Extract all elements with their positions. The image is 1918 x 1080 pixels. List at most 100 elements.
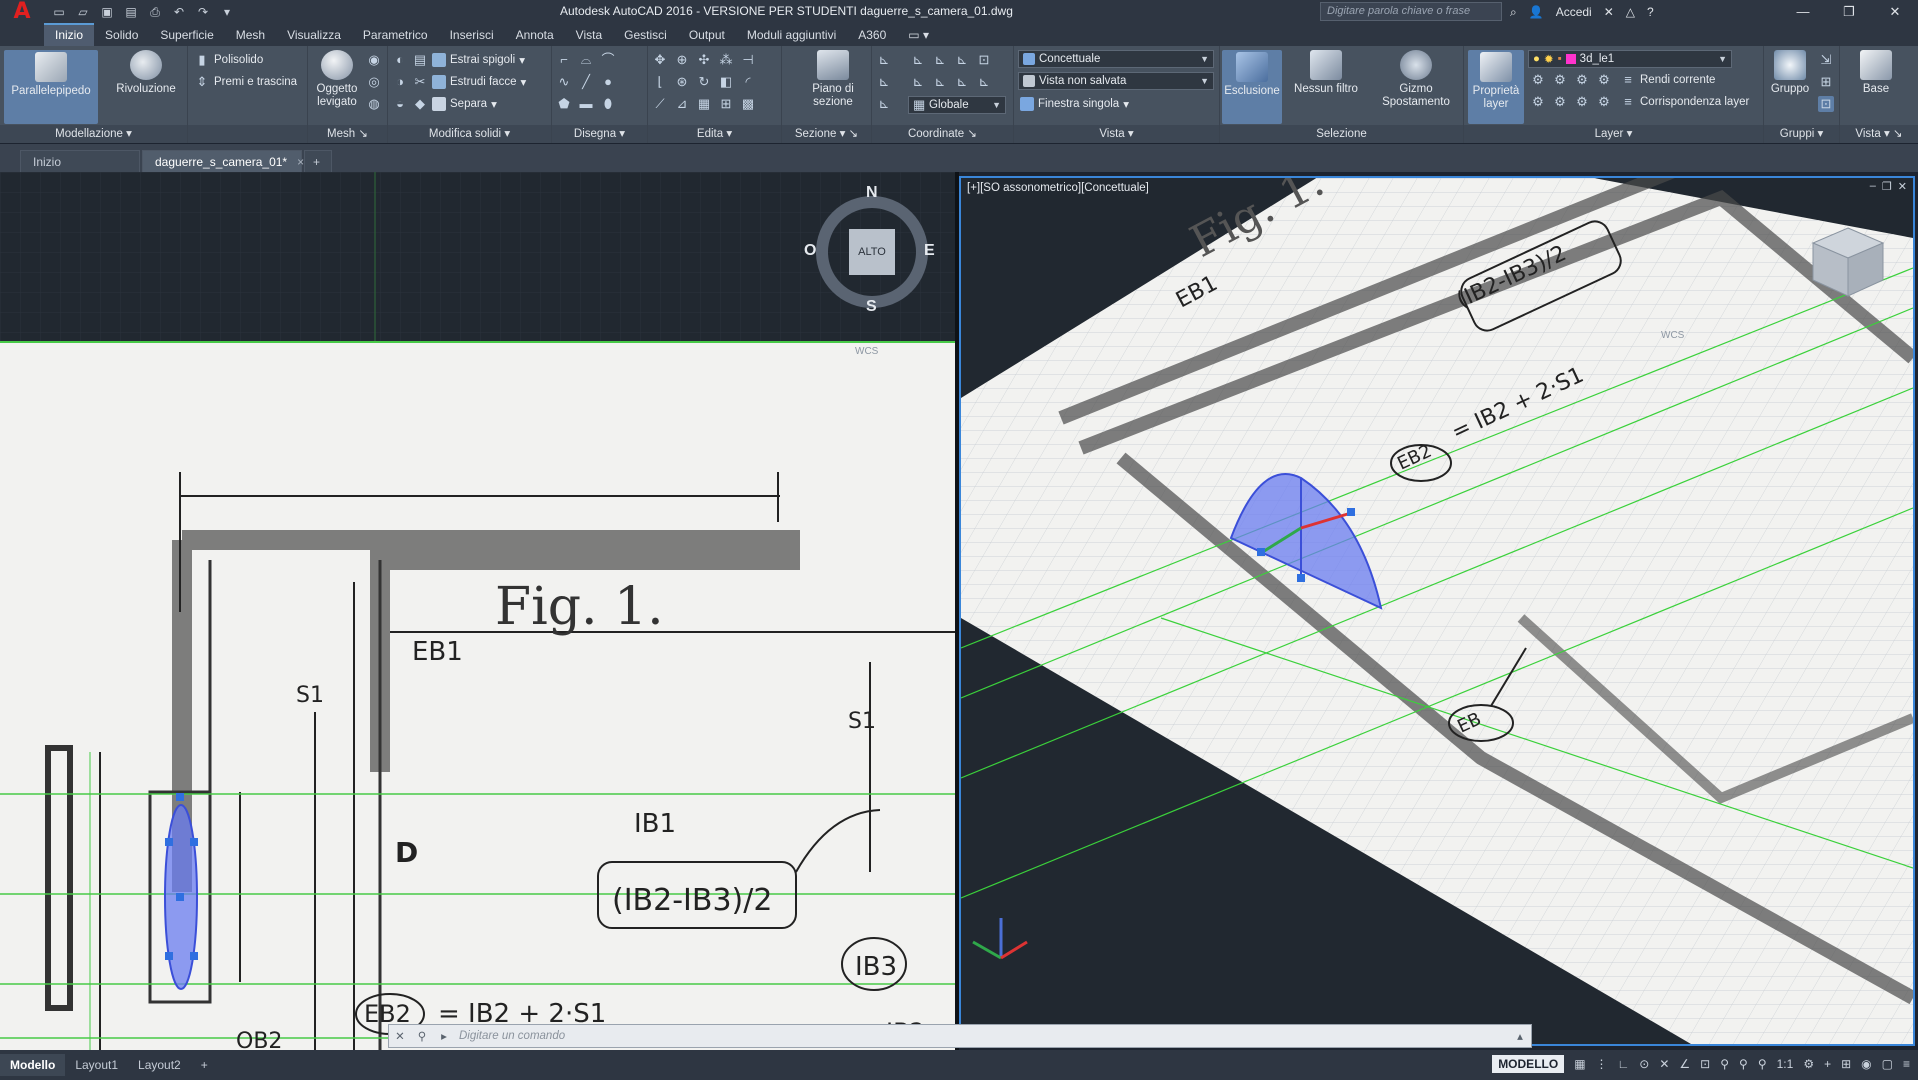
layer-combo[interactable]: ● ✹ ▪ 3d_le1 ▼ — [1528, 50, 1732, 68]
compass-north[interactable]: N — [866, 184, 878, 202]
3d-rotate-icon[interactable]: ⊛ — [674, 74, 690, 90]
group-select-icon[interactable]: ⊡ — [1818, 96, 1834, 112]
annotation-auto-icon[interactable]: ⚲ — [1739, 1057, 1748, 1071]
panel-title-vista-base[interactable]: Vista ▾ ↘ — [1840, 125, 1918, 143]
command-close-icon[interactable]: ✕ — [389, 1029, 411, 1043]
exchange-icon[interactable]: ✕ — [1604, 5, 1614, 19]
interfere-icon[interactable]: ▤ — [412, 52, 428, 68]
array-icon[interactable]: ⊞ — [718, 96, 734, 112]
model-space-toggle[interactable]: MODELLO — [1492, 1055, 1565, 1073]
restore-icon[interactable]: ❐ — [1826, 0, 1872, 24]
tab-superficie[interactable]: Superficie — [149, 25, 224, 46]
named-view-combo[interactable]: Vista non salvata ▼ — [1018, 72, 1214, 90]
mirror-icon[interactable]: ⊣ — [740, 52, 756, 68]
base-view-button[interactable]: Base — [1848, 50, 1904, 96]
panel-title-sezione[interactable]: Sezione ▾ ↘ — [782, 125, 871, 143]
ucs-object-icon[interactable]: ⊾ — [876, 96, 892, 112]
compass-south[interactable]: S — [866, 298, 877, 316]
ucs-combo[interactable]: ▦ Globale ▼ — [908, 96, 1006, 114]
save-as-icon[interactable]: ▤ — [122, 4, 140, 20]
annotation-scale-value[interactable]: 1:1 — [1777, 1057, 1794, 1071]
panel-title-edita[interactable]: Edita ▾ — [648, 125, 781, 143]
line-icon[interactable]: ╱ — [578, 74, 594, 90]
tab-gestisci[interactable]: Gestisci — [613, 25, 678, 46]
navigation-compass[interactable]: ALTO N S E O — [804, 184, 935, 316]
arc-icon[interactable]: ⌒ — [600, 52, 616, 68]
separate-button[interactable]: Separa ▾ — [432, 94, 497, 114]
binoculars-icon[interactable]: ⌕ — [1510, 5, 1517, 20]
search-input[interactable]: Digitare parola chiave o frase — [1320, 2, 1502, 21]
sign-in-button[interactable]: Accedi — [1556, 5, 1592, 19]
tab-inserisci[interactable]: Inserisci — [439, 25, 505, 46]
command-input[interactable]: Digitare un comando — [455, 1030, 565, 1042]
rectangle-icon[interactable]: ▬ — [578, 96, 594, 112]
group-button[interactable]: Gruppo — [1766, 50, 1814, 96]
slice-icon[interactable]: ✂ — [412, 74, 428, 90]
add-icon[interactable]: + — [1824, 1057, 1831, 1071]
isolate-icon[interactable]: ◉ — [1861, 1057, 1871, 1071]
group-edit-icon[interactable]: ⊞ — [1818, 74, 1834, 90]
panel-title-layer[interactable]: Layer ▾ — [1464, 125, 1763, 143]
osnap-icon[interactable]: ✕ — [1659, 1057, 1669, 1071]
command-history-icon[interactable]: ▸ — [433, 1029, 455, 1043]
ucs-3point-icon[interactable]: ⊾ — [954, 52, 970, 68]
smooth-object-button[interactable]: Oggetto levigato — [310, 50, 364, 109]
snap-icon[interactable]: ⋮ — [1596, 1057, 1608, 1071]
union-icon[interactable]: ◐ — [392, 52, 408, 68]
subtract-icon[interactable]: ◑ — [392, 74, 408, 90]
grid-icon[interactable]: ▦ — [1574, 1057, 1585, 1071]
annotation-scale-icon[interactable]: ⚲ — [1758, 1057, 1767, 1071]
gizmo-move-icon[interactable]: ✥ — [652, 52, 668, 68]
help-icon[interactable]: ? — [1647, 5, 1654, 19]
customize-qat-icon[interactable]: ▾ — [218, 4, 236, 20]
tab-mesh[interactable]: Mesh — [225, 25, 276, 46]
command-line[interactable]: ✕ ⚲ ▸ Digitare un comando ▴ — [388, 1024, 1532, 1048]
move-icon[interactable]: ✣ — [696, 52, 712, 68]
polysolid-button[interactable]: ▮ Polisolido — [194, 50, 263, 70]
save-icon[interactable]: ▣ — [98, 4, 116, 20]
vp-minimize-icon[interactable]: – — [1870, 180, 1876, 193]
layout-tab-1[interactable]: Layout1 — [65, 1054, 128, 1076]
tab-moduli-aggiuntivi[interactable]: Moduli aggiuntivi — [736, 25, 847, 46]
visual-style-combo[interactable]: Concettuale ▼ — [1018, 50, 1214, 68]
fullscreen-icon[interactable]: ▢ — [1882, 1057, 1893, 1071]
command-customize-icon[interactable]: ⚲ — [411, 1029, 433, 1043]
ellipse-icon[interactable]: ⬮ — [600, 96, 616, 112]
viewport-iso[interactable]: Fig. 1. EB1 (IB2-IB3)/2 EB2 = IB2 + 2·S1… — [959, 176, 1915, 1046]
extract-edges-button[interactable]: Estrai spigoli ▾ — [432, 50, 525, 70]
doc-tab-drawing[interactable]: daguerre_s_camera_01* × — [142, 150, 304, 172]
panel-title-mesh[interactable]: Mesh ↘ — [308, 125, 387, 143]
mesh-smooth-more-icon[interactable]: ◉ — [366, 52, 382, 68]
scale-icon[interactable]: ◧ — [718, 74, 734, 90]
thicken-icon[interactable]: ◆ — [412, 96, 428, 112]
layer-isolate-icon[interactable]: ⚙ — [1552, 72, 1568, 88]
layer-thaw-icon[interactable]: ⚙ — [1574, 94, 1590, 110]
gizmo-button[interactable]: Gizmo Spostamento — [1376, 50, 1456, 109]
extrude-faces-button[interactable]: Estrudi facce ▾ — [432, 72, 526, 92]
annotation-visibility-icon[interactable]: ⚲ — [1720, 1057, 1729, 1071]
tab-annota[interactable]: Annota — [505, 25, 565, 46]
minimize-icon[interactable]: — — [1780, 0, 1826, 24]
layer-lock-icon[interactable]: ⚙ — [1596, 72, 1612, 88]
offset-icon[interactable]: ⟋ — [652, 96, 668, 112]
panel-title-vista[interactable]: Vista ▾ — [1014, 125, 1219, 143]
panel-title-gruppi[interactable]: Gruppi ▾ — [1764, 125, 1839, 143]
undo-icon[interactable]: ↶ — [170, 4, 188, 20]
layer-properties-button[interactable]: Proprietà layer — [1468, 50, 1524, 124]
polygon-icon[interactable]: ⬟ — [556, 96, 572, 112]
open-file-icon[interactable]: ▱ — [74, 4, 92, 20]
new-file-icon[interactable]: ▭ — [50, 4, 68, 20]
ucs-z-icon[interactable]: ⊾ — [954, 74, 970, 90]
viewport-config-button[interactable]: Finestra singola ▾ — [1020, 94, 1129, 114]
panel-title-coordinate[interactable]: Coordinate ↘ — [872, 125, 1013, 143]
compass-west[interactable]: O — [804, 242, 816, 260]
layout-tab-model[interactable]: Modello — [0, 1054, 66, 1076]
ortho-icon[interactable]: ∟ — [1618, 1057, 1630, 1071]
stretch-icon[interactable]: ▦ — [696, 96, 712, 112]
application-menu-button[interactable]: A — [0, 0, 44, 24]
tab-output[interactable]: Output — [678, 25, 736, 46]
ungroup-icon[interactable]: ⇲ — [1818, 52, 1834, 68]
ucs-y-icon[interactable]: ⊾ — [932, 74, 948, 90]
3d-array-icon[interactable]: ⁂ — [718, 52, 734, 68]
match-layer-button[interactable]: ≡ Corrispondenza layer — [1620, 92, 1749, 112]
